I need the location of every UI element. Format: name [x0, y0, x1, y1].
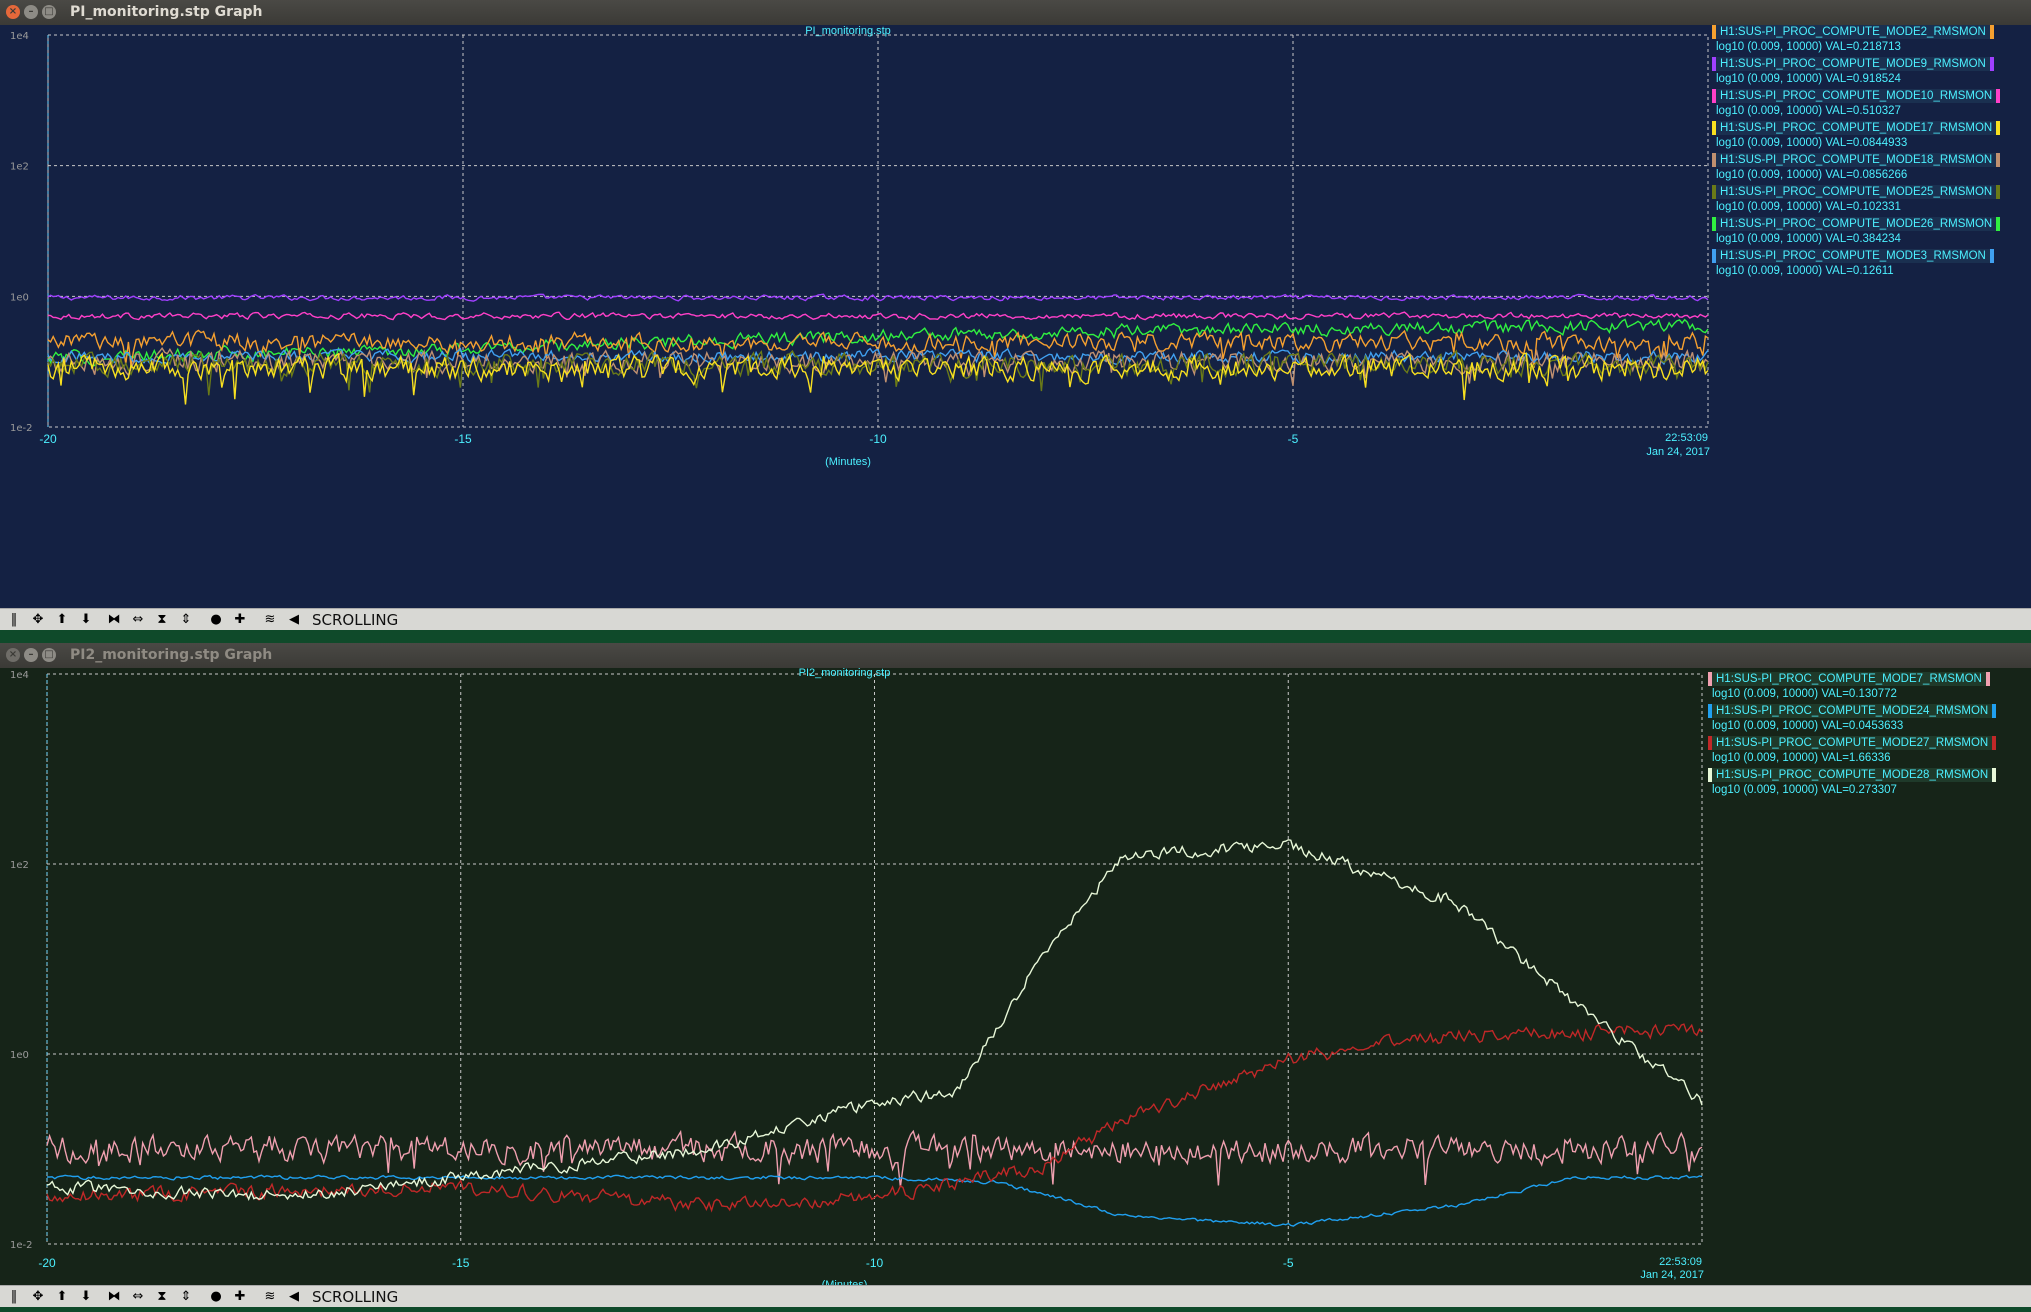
title-bar[interactable]: × – □ PI2_monitoring.stp Graph: [0, 643, 2031, 668]
move-icon[interactable]: ✥: [28, 1287, 48, 1307]
scroll-up-icon[interactable]: ⬆: [52, 1287, 72, 1307]
y-tick-label: 1e-2: [10, 423, 33, 434]
legend-channel-range: log10 (0.009, 10000) VAL=0.0844933: [1716, 137, 1908, 149]
legend-channel-name: H1:SUS-PI_PROC_COMPUTE_MODE24_RMSMON: [1708, 704, 1997, 718]
date-label: Jan 24, 2017: [1646, 446, 1710, 458]
legend-channel-name: H1:SUS-PI_PROC_COMPUTE_MODE3_RMSMON: [1712, 249, 1994, 263]
mode-label: SCROLLING: [312, 1288, 399, 1306]
y-tick-label: 1e4: [10, 31, 29, 42]
legend-channel-name: H1:SUS-PI_PROC_COMPUTE_MODE27_RMSMON: [1708, 736, 1997, 750]
plot-area[interactable]: 1e4 1e2 1e0 1e-2 PI2_monitoring.stp -20 -15 -10…: [0, 668, 2031, 1285]
step-back-icon[interactable]: ◀: [284, 1287, 304, 1307]
y-tick-label: 1e2: [10, 860, 29, 871]
y-tick-label: 1e0: [10, 292, 29, 303]
pause-icon[interactable]: ‖: [4, 1287, 24, 1307]
waveform-icon[interactable]: ≋: [260, 1287, 280, 1307]
move-icon[interactable]: ✥: [28, 610, 48, 630]
chart-title: PI2_monitoring.stp: [799, 668, 891, 679]
chart-title: PI_monitoring.stp: [805, 25, 891, 37]
legend-channel-name: H1:SUS-PI_PROC_COMPUTE_MODE9_RMSMON: [1712, 57, 1994, 71]
x-tick-label: -20: [38, 1256, 56, 1270]
toolbar: ‖ ✥ ⬆ ⬇ ⧓ ⇔ ⧗ ⇕ ● ✚ ≋ ◀ SCROLLING: [0, 1285, 2031, 1307]
legend-channel-range: log10 (0.009, 10000) VAL=0.0453633: [1712, 720, 1904, 732]
legend-channel-range: log10 (0.009, 10000) VAL=0.273307: [1712, 784, 1897, 796]
expand-horizontal-icon[interactable]: ⧓: [104, 610, 124, 630]
shrink-horizontal-icon[interactable]: ⇔: [128, 1287, 148, 1307]
pause-icon[interactable]: ‖: [4, 610, 24, 630]
legend-channel-range: log10 (0.009, 10000) VAL=0.218713: [1716, 41, 1901, 53]
legend-channel-range: log10 (0.009, 10000) VAL=0.510327: [1716, 105, 1901, 117]
x-tick-label: -5: [1288, 432, 1299, 446]
scroll-down-icon[interactable]: ⬇: [76, 1287, 96, 1307]
minimize-icon[interactable]: –: [24, 5, 38, 19]
legend-channel-range: log10 (0.009, 10000) VAL=0.102331: [1716, 201, 1901, 213]
add-icon[interactable]: ✚: [230, 1287, 250, 1307]
close-icon[interactable]: ×: [6, 5, 20, 19]
close-icon[interactable]: ×: [6, 648, 20, 662]
expand-horizontal-icon[interactable]: ⧓: [104, 1287, 124, 1307]
legend-channel-name: H1:SUS-PI_PROC_COMPUTE_MODE28_RMSMON: [1708, 768, 1997, 782]
graph-window-1: × – □ PI_monitoring.stp Graph 1e4 1e2 1e0 1…: [0, 0, 2031, 630]
waveform-icon[interactable]: ≋: [260, 610, 280, 630]
legend-channel-range: log10 (0.009, 10000) VAL=1.66336: [1712, 752, 1891, 764]
title-bar[interactable]: × – □ PI_monitoring.stp Graph: [0, 0, 2031, 25]
minimize-icon[interactable]: –: [24, 648, 38, 662]
mode-label: SCROLLING: [312, 611, 399, 629]
x-tick-label: -5: [1283, 1256, 1294, 1270]
maximize-icon[interactable]: □: [42, 5, 56, 19]
window-title: PI_monitoring.stp Graph: [70, 4, 263, 20]
expand-vertical-icon[interactable]: ⧗: [152, 610, 172, 630]
legend-channel-name: H1:SUS-PI_PROC_COMPUTE_MODE10_RMSMON: [1712, 89, 2001, 103]
x-tick-label: -10: [866, 1256, 884, 1270]
legend-channel-name: H1:SUS-PI_PROC_COMPUTE_MODE18_RMSMON: [1712, 153, 2001, 167]
legend-channel-name: H1:SUS-PI_PROC_COMPUTE_MODE2_RMSMON: [1712, 25, 1994, 39]
scroll-down-icon[interactable]: ⬇: [76, 610, 96, 630]
legend-channel-range: log10 (0.009, 10000) VAL=0.918524: [1716, 73, 1901, 85]
plot-area[interactable]: 1e4 1e2 1e0 1e-2 PI_monitoring.stp -20 -15 -10 -…: [0, 25, 2031, 608]
y-tick-label: 1e4: [10, 670, 29, 681]
shrink-horizontal-icon[interactable]: ⇔: [128, 610, 148, 630]
y-tick-label: 1e2: [10, 162, 29, 173]
legend-channel-name: H1:SUS-PI_PROC_COMPUTE_MODE25_RMSMON: [1712, 185, 2001, 199]
shrink-vertical-icon[interactable]: ⇕: [176, 1287, 196, 1307]
date-label: Jan 24, 2017: [1640, 1269, 1704, 1281]
expand-vertical-icon[interactable]: ⧗: [152, 1287, 172, 1307]
step-back-icon[interactable]: ◀: [284, 610, 304, 630]
desktop-background-bottom: [0, 1307, 2031, 1312]
legend-channel-name: H1:SUS-PI_PROC_COMPUTE_MODE7_RMSMON: [1708, 672, 1990, 686]
legend-channel-range: log10 (0.009, 10000) VAL=0.384234: [1716, 233, 1901, 245]
y-tick-label: 1e-2: [10, 1240, 33, 1251]
x-axis-label: (Minutes): [825, 456, 871, 468]
graph-window-2: × – □ PI2_monitoring.stp Graph 1e4 1e2 1e0…: [0, 643, 2031, 1307]
time-label: 22:53:09: [1665, 432, 1708, 444]
legend-channel-range: log10 (0.009, 10000) VAL=0.12611: [1716, 265, 1894, 277]
legend-channel-range: log10 (0.009, 10000) VAL=0.130772: [1712, 688, 1897, 700]
record-icon[interactable]: ●: [206, 610, 226, 630]
x-tick-label: -15: [454, 432, 472, 446]
time-label: 22:53:09: [1659, 1256, 1702, 1268]
record-icon[interactable]: ●: [206, 1287, 226, 1307]
window-title: PI2_monitoring.stp Graph: [70, 647, 273, 663]
legend-channel-range: log10 (0.009, 10000) VAL=0.0856266: [1716, 169, 1908, 181]
legend-channel-name: H1:SUS-PI_PROC_COMPUTE_MODE26_RMSMON: [1712, 217, 2001, 231]
scroll-up-icon[interactable]: ⬆: [52, 610, 72, 630]
y-tick-label: 1e0: [10, 1050, 29, 1061]
x-tick-label: -15: [452, 1256, 470, 1270]
maximize-icon[interactable]: □: [42, 648, 56, 662]
legend-channel-name: H1:SUS-PI_PROC_COMPUTE_MODE17_RMSMON: [1712, 121, 2001, 135]
x-tick-label: -20: [39, 432, 57, 446]
desktop-background: [0, 630, 2031, 643]
toolbar: ‖ ✥ ⬆ ⬇ ⧓ ⇔ ⧗ ⇕ ● ✚ ≋ ◀ SCROLLING: [0, 608, 2031, 630]
x-tick-label: -10: [869, 432, 887, 446]
add-icon[interactable]: ✚: [230, 610, 250, 630]
shrink-vertical-icon[interactable]: ⇕: [176, 610, 196, 630]
series-line: [47, 1174, 1703, 1227]
